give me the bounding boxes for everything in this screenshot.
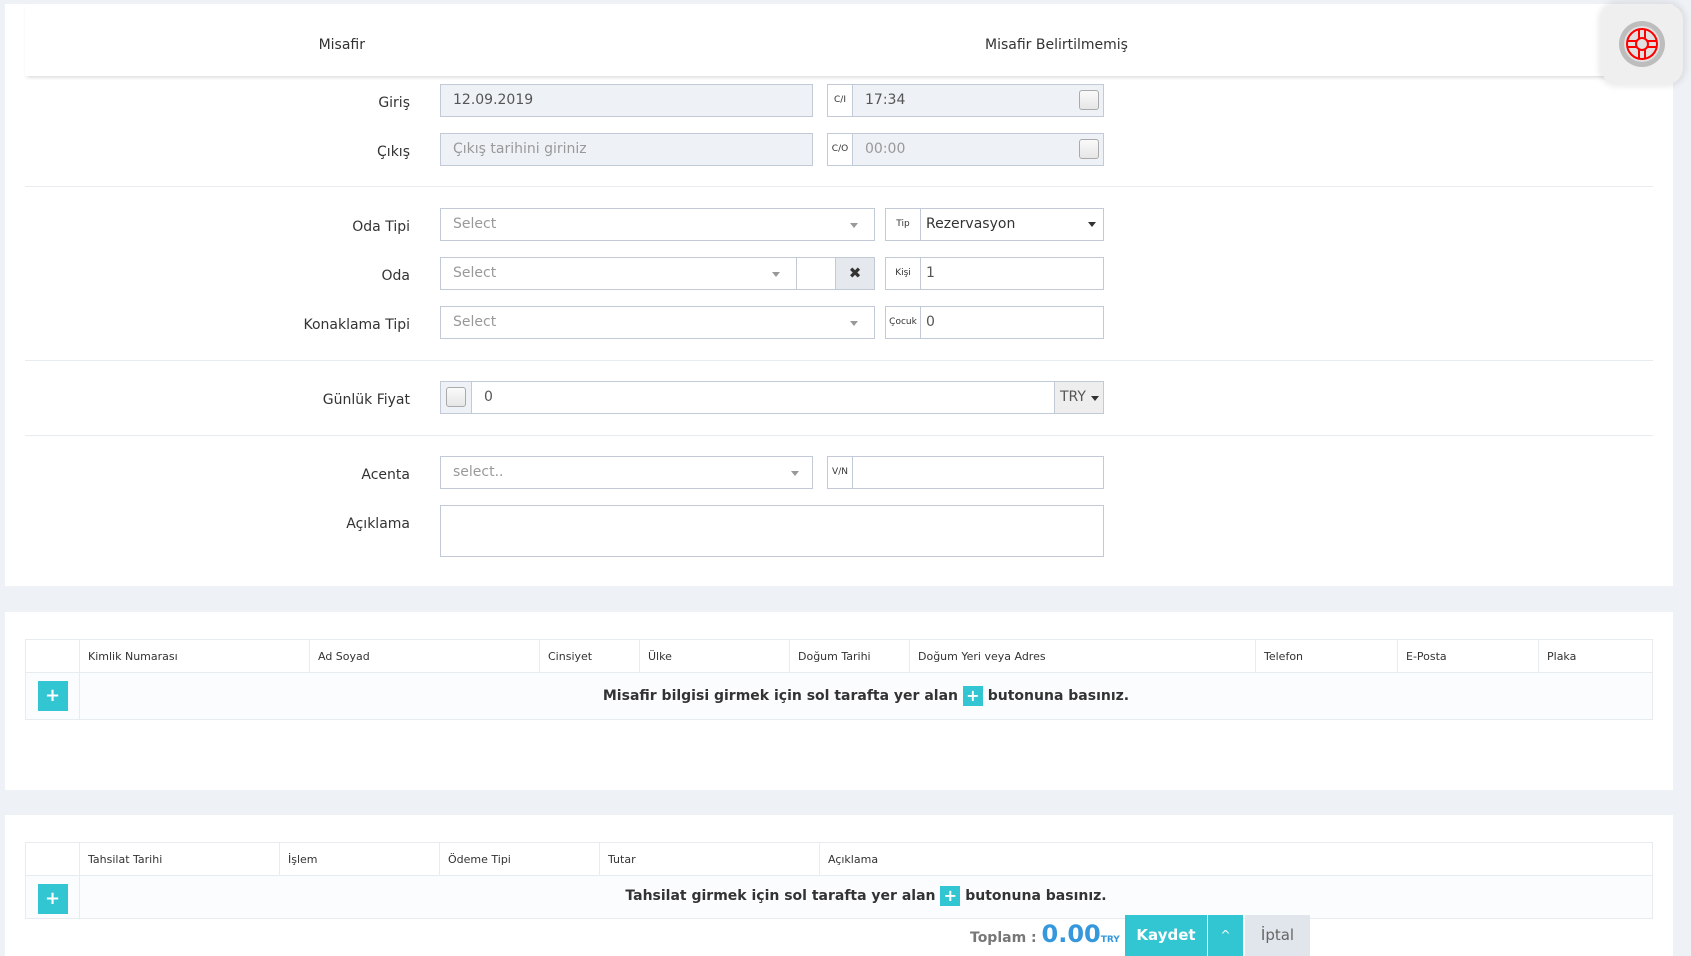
chevron-down-icon [1091,396,1099,401]
table-header-row: Tahsilat Tarihi İşlem Ödeme Tipi Tutar A… [25,842,1653,876]
save-button[interactable]: Kaydet [1125,915,1207,956]
checkin-label: Giriş [378,95,410,111]
type-addon: Tip [885,208,921,241]
checkout-time-input[interactable]: 00:00 [852,133,1104,166]
total-value: 0.00 [1041,920,1101,948]
divider [25,435,1653,436]
table-header-row: Kimlik Numarası Ad Soyad Cinsiyet Ülke D… [25,639,1653,673]
column-header: Ad Soyad [309,639,540,673]
chevron-down-icon [850,321,858,326]
column-header: Cinsiyet [539,639,640,673]
persons-addon: Kişi [885,257,921,290]
empty-message-text: Misafir bilgisi girmek için sol tarafta … [602,688,958,704]
column-header: E-Posta [1397,639,1539,673]
checkout-label: Çıkış [377,144,410,160]
reservation-form-panel: Misafir Misafir Belirtilmemiş Giriş 12.0… [5,4,1673,586]
room-select[interactable]: Select [440,257,797,290]
column-header [25,639,80,673]
add-guest-button[interactable]: + [37,681,68,711]
column-header: Açıklama [819,842,1653,876]
column-header: Tutar [599,842,820,876]
board-type-select[interactable]: Select [440,306,875,339]
chevron-down-icon [1088,222,1096,227]
table-row: + Misafir bilgisi girmek için sol taraft… [25,672,1653,720]
column-header: Ülke [639,639,790,673]
column-header: Tahsilat Tarihi [79,842,280,876]
cancel-button[interactable]: İptal [1245,915,1310,956]
vn-input[interactable] [852,456,1104,489]
column-header: Telefon [1255,639,1398,673]
save-options-button[interactable]: ^ [1208,915,1243,956]
total: Toplam : 0.00TRY [970,920,1120,948]
checkin-time-addon: C/I [827,84,853,117]
checkout-time-checkbox[interactable] [1079,139,1099,159]
payments-panel: Tahsilat Tarihi İşlem Ödeme Tipi Tutar A… [5,815,1673,956]
guests-panel: Kimlik Numarası Ad Soyad Cinsiyet Ülke D… [5,612,1673,790]
checkout-date-input[interactable]: Çıkış tarihini giriniz [440,133,813,166]
empty-message-text: butonuna basınız. [965,888,1107,904]
guest-value: Misafir Belirtilmemiş [985,37,1128,53]
room-extra-input[interactable] [796,257,836,290]
persons-input[interactable]: 1 [920,257,1104,290]
daily-price-checkbox[interactable] [446,387,466,407]
guests-table: Kimlik Numarası Ad Soyad Cinsiyet Ülke D… [25,639,1653,720]
daily-price-input[interactable]: 0 [471,381,1055,414]
chevron-down-icon [772,272,780,277]
agency-select[interactable]: select.. [440,456,813,489]
empty-message-text: Tahsilat girmek için sol tarafta yer ala… [625,888,936,904]
column-header: Kimlik Numarası [79,639,310,673]
note-textarea[interactable] [440,505,1104,557]
column-header: Plaka [1538,639,1653,673]
children-addon: Çocuk [885,306,921,339]
daily-price-label: Günlük Fiyat [322,392,410,408]
payments-table: Tahsilat Tarihi İşlem Ödeme Tipi Tutar A… [25,842,1653,919]
board-type-label: Konaklama Tipi [303,317,410,333]
empty-message: Misafir bilgisi girmek için sol tarafta … [79,672,1653,720]
checkout-time-addon: C/O [827,133,853,166]
add-payment-button[interactable]: + [37,884,68,914]
agency-label: Acenta [361,467,410,483]
checkin-time-checkbox[interactable] [1079,90,1099,110]
chevron-down-icon [850,223,858,228]
chevron-down-icon [791,471,799,476]
checkin-date-input[interactable]: 12.09.2019 [440,84,813,117]
column-header: Ödeme Tipi [439,842,600,876]
guest-header: Misafir Misafir Belirtilmemiş [25,4,1680,76]
column-header [25,842,80,876]
plus-icon: + [940,886,961,906]
total-label: Toplam : [970,930,1037,946]
children-input[interactable]: 0 [920,306,1104,339]
table-row: + Tahsilat girmek için sol tarafta yer a… [25,875,1653,919]
empty-message-text: butonuna basınız. [987,688,1130,704]
column-header: Doğum Tarihi [789,639,910,673]
close-icon[interactable]: ✖ [835,257,875,290]
empty-message: Tahsilat girmek için sol tarafta yer ala… [79,875,1653,919]
divider [25,360,1653,361]
room-type-select[interactable]: Select [440,208,875,241]
divider [25,186,1653,187]
guest-label: Misafir [318,37,365,53]
room-label: Oda [381,268,411,284]
room-type-label: Oda Tipi [352,219,410,235]
plus-icon: + [962,686,983,706]
vn-addon: V/N [827,456,853,489]
column-header: Doğum Yeri veya Adres [909,639,1256,673]
total-currency: TRY [1100,935,1120,945]
lifebuoy-icon [1619,21,1665,67]
checkin-time-input[interactable]: 17:34 [852,84,1104,117]
column-header: İşlem [279,842,440,876]
note-label: Açıklama [346,516,410,532]
type-select[interactable]: Rezervasyon [920,208,1104,241]
help-button[interactable] [1601,4,1683,84]
